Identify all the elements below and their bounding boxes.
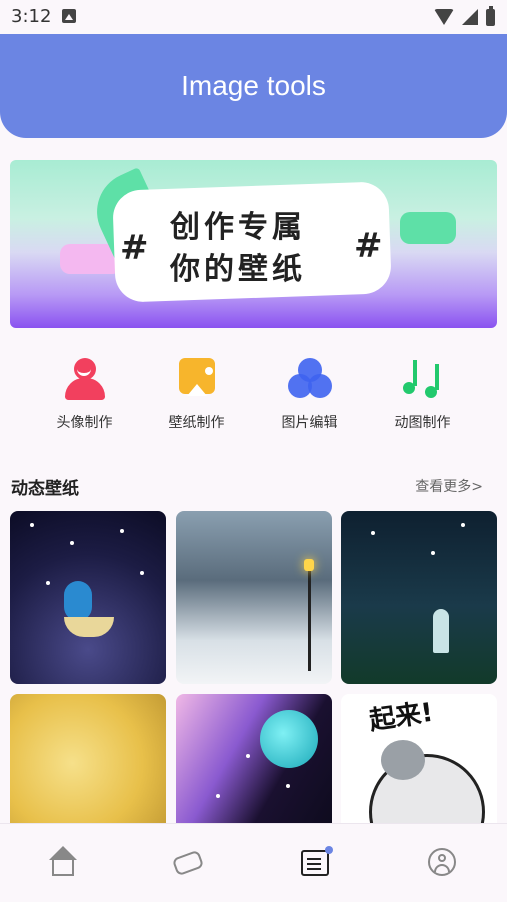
banner-hash-right: # <box>354 226 383 266</box>
wallpaper-maker-button[interactable]: 壁纸制作 <box>140 352 253 432</box>
banner-line-2: 你的壁纸 <box>170 252 306 287</box>
bottom-nav <box>0 823 507 902</box>
signal-icon <box>462 9 478 25</box>
avatar-icon <box>63 358 107 402</box>
music-note-icon <box>401 358 445 402</box>
status-icons <box>434 5 495 28</box>
page-title: Image tools <box>181 70 326 101</box>
action-label: 壁纸制作 <box>168 415 225 431</box>
home-icon <box>49 846 77 860</box>
wallpaper-icon <box>178 358 215 396</box>
speech-bubble-right <box>400 212 456 244</box>
hand-icon <box>171 849 205 877</box>
news-icon <box>301 850 329 876</box>
section-title: 动态壁纸 <box>11 479 79 499</box>
image-edit-icon <box>287 358 332 402</box>
lamp-light <box>304 559 314 571</box>
wallpaper-tile-firefly-girl[interactable] <box>341 511 497 684</box>
banner-line-1: 创作专属 <box>170 210 306 245</box>
battery-icon <box>486 5 495 26</box>
nav-news[interactable] <box>301 846 335 880</box>
action-label: 图片编辑 <box>281 415 338 431</box>
wallpaper-tile-starry-umbrella[interactable] <box>10 511 166 684</box>
status-bar: 3:12 <box>0 0 507 34</box>
cat-head <box>381 740 425 780</box>
girl-figure <box>64 581 92 621</box>
banner-hash-left: # <box>120 228 149 268</box>
wifi-icon <box>434 9 454 25</box>
boat-figure <box>64 617 114 637</box>
action-label: 头像制作 <box>56 415 113 431</box>
app-header: Image tools <box>0 34 507 138</box>
action-label: 动图制作 <box>394 415 451 431</box>
wallpaper-tile-yellow-leaves[interactable] <box>10 694 166 823</box>
nav-home[interactable] <box>46 846 80 880</box>
moon-figure <box>260 710 318 768</box>
promo-banner[interactable]: # # 创作专属 你的壁纸 <box>10 160 497 328</box>
wallpaper-grid: 起来! <box>10 511 497 823</box>
girl-figure <box>433 609 449 653</box>
image-edit-button[interactable]: 图片编辑 <box>253 352 366 432</box>
wallpaper-tile-comic-cat[interactable]: 起来! <box>341 694 497 823</box>
comic-text: 起来! <box>367 697 435 737</box>
wallpaper-tile-snow-street[interactable] <box>176 511 332 684</box>
nav-profile[interactable] <box>426 846 460 880</box>
status-time: 3:12 <box>11 6 52 27</box>
nav-hands[interactable] <box>171 846 206 880</box>
avatar-maker-button[interactable]: 头像制作 <box>28 352 141 432</box>
notification-dot <box>325 846 333 854</box>
lamp-post <box>308 571 311 671</box>
image-notification-icon <box>62 9 76 23</box>
wallpaper-tile-galaxy-moon[interactable] <box>176 694 332 823</box>
gif-maker-button[interactable]: 动图制作 <box>366 352 479 432</box>
quick-actions: 头像制作 壁纸制作 图片编辑 动图制作 <box>0 352 507 442</box>
see-more-link[interactable]: 查看更多> <box>415 476 483 496</box>
